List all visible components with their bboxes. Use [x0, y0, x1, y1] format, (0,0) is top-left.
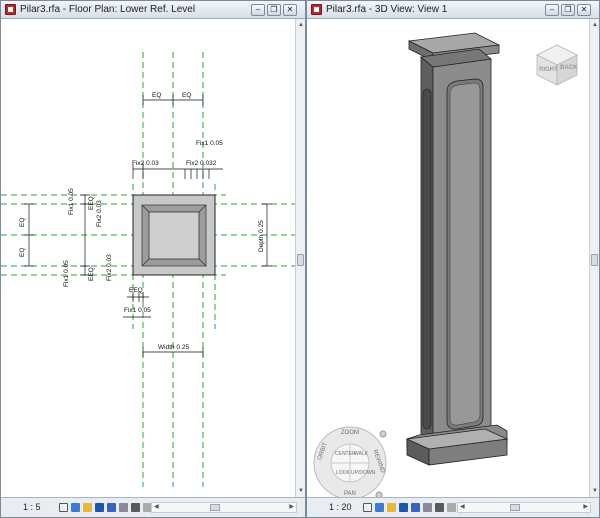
- shadows-icon[interactable]: [399, 503, 408, 512]
- floor-plan-titlebar[interactable]: Pilar3.rfa - Floor Plan: Lower Ref. Leve…: [1, 1, 305, 19]
- view-control-tools: [59, 503, 152, 513]
- floor-plan-window: Pilar3.rfa - Floor Plan: Lower Ref. Leve…: [0, 0, 306, 518]
- scroll-thumb[interactable]: [297, 254, 304, 266]
- dim-eq-top-right[interactable]: EQ: [182, 92, 191, 99]
- column-section: [132, 194, 216, 276]
- 3d-view-window: Pilar3.rfa - 3D View: View 1 – ❐ ✕ RIGHT…: [306, 0, 600, 518]
- crop-view-icon[interactable]: [107, 503, 116, 512]
- dim-fix1-bottom[interactable]: Fix1 0.05: [124, 307, 151, 314]
- dim-eq-left-upper[interactable]: EQ: [19, 218, 26, 227]
- dim-eq-left-lower[interactable]: EQ: [19, 248, 26, 257]
- dim-fix2-left-top[interactable]: Fix2 0.03: [132, 160, 159, 167]
- scroll-right-arrow-icon[interactable]: ▶: [289, 503, 294, 512]
- h-scroll-thumb[interactable]: [210, 504, 220, 511]
- scroll-down-arrow-icon[interactable]: ▼: [591, 487, 599, 495]
- scroll-up-arrow-icon[interactable]: ▲: [591, 21, 599, 29]
- view-cube-right-label[interactable]: RIGHT: [539, 67, 558, 73]
- floor-plan-canvas[interactable]: EQ EQ Fix1 0.05 Fix2 0.03 Fix2 0.032 EQ …: [1, 19, 297, 497]
- dim-fix1-left-lower[interactable]: Fix1 0.05: [63, 260, 70, 287]
- floor-plan-vertical-scrollbar[interactable]: ▲ ▼: [295, 19, 305, 497]
- view-scale[interactable]: 1 : 5: [23, 502, 41, 512]
- revit-family-icon: [311, 4, 322, 15]
- restore-icon: ❐: [564, 5, 572, 14]
- restore-icon: ❐: [270, 5, 278, 14]
- scroll-up-arrow-icon[interactable]: ▲: [297, 21, 305, 29]
- wheel-zoom[interactable]: ZOOM: [341, 430, 359, 436]
- floor-plan-title: Pilar3.rfa - Floor Plan: Lower Ref. Leve…: [20, 4, 196, 15]
- scroll-left-arrow-icon[interactable]: ◀: [154, 503, 159, 512]
- temp-hide-icon[interactable]: [435, 503, 444, 512]
- show-crop-icon[interactable]: [423, 503, 432, 512]
- reveal-hidden-icon[interactable]: [447, 503, 456, 512]
- scroll-thumb[interactable]: [591, 254, 598, 266]
- detail-level-icon[interactable]: [363, 503, 372, 512]
- floor-plan-drawing: [1, 52, 297, 487]
- scroll-left-arrow-icon[interactable]: ◀: [460, 503, 465, 512]
- view-cube-back-label[interactable]: BACK: [560, 65, 577, 71]
- view-scale[interactable]: 1 : 20: [329, 502, 352, 512]
- dim-fix1-left-upper[interactable]: Fix1 0.05: [68, 188, 75, 215]
- sun-path-icon[interactable]: [83, 503, 92, 512]
- minimize-button[interactable]: –: [251, 4, 265, 16]
- scroll-down-arrow-icon[interactable]: ▼: [297, 487, 305, 495]
- dim-e-eq-bottom[interactable]: EEQ: [129, 287, 143, 294]
- 3d-view-vertical-scrollbar[interactable]: ▲ ▼: [589, 19, 599, 497]
- restore-button[interactable]: ❐: [267, 4, 281, 16]
- wheel-walk[interactable]: WALK: [354, 451, 368, 457]
- floor-plan-view-control-bar: 1 : 5 ◀ ▶: [1, 497, 305, 517]
- floor-plan-horizontal-scrollbar[interactable]: ◀ ▶: [151, 502, 297, 513]
- temp-hide-icon[interactable]: [131, 503, 140, 512]
- dim-fix2-left-lower[interactable]: Fix2 0.03: [106, 254, 113, 281]
- wheel-center[interactable]: CENTER: [335, 451, 356, 457]
- revit-family-icon: [5, 4, 16, 15]
- close-icon: ✕: [286, 5, 294, 14]
- visual-style-icon[interactable]: [375, 503, 384, 512]
- minimize-icon: –: [255, 5, 261, 14]
- dim-width[interactable]: Width 0.25: [158, 344, 189, 351]
- dim-eq-top-left[interactable]: EQ: [152, 92, 161, 99]
- 3d-view-titlebar[interactable]: Pilar3.rfa - 3D View: View 1 – ❐ ✕: [307, 1, 599, 19]
- sun-path-icon[interactable]: [387, 503, 396, 512]
- dim-e-eq-lower[interactable]: EEQ: [88, 267, 95, 281]
- visual-style-icon[interactable]: [71, 503, 80, 512]
- dim-depth[interactable]: Depth 0.25: [258, 220, 265, 252]
- shadows-icon[interactable]: [95, 503, 104, 512]
- 3d-view-control-bar: 1 : 20 ◀ ▶: [307, 497, 599, 517]
- 3d-view-canvas[interactable]: RIGHT BACK ZOOM ORBIT PAN REWIND CENTER …: [307, 19, 591, 497]
- close-icon: ✕: [580, 5, 588, 14]
- crop-view-icon[interactable]: [411, 503, 420, 512]
- minimize-icon: –: [549, 5, 555, 14]
- dim-fix2-left-upper[interactable]: Fix2 0.03: [96, 200, 103, 227]
- view-cube[interactable]: RIGHT BACK: [533, 39, 581, 87]
- close-button[interactable]: ✕: [577, 4, 591, 16]
- dim-fix1-top[interactable]: Fix1 0.05: [196, 140, 223, 147]
- restore-button[interactable]: ❐: [561, 4, 575, 16]
- view-cube-icon: [536, 44, 578, 86]
- scroll-right-arrow-icon[interactable]: ▶: [583, 503, 588, 512]
- 3d-view-title: Pilar3.rfa - 3D View: View 1: [326, 4, 448, 15]
- steering-wheel[interactable]: ZOOM ORBIT PAN REWIND CENTER WALK LOOK U…: [312, 425, 388, 497]
- dim-fix2-right-top[interactable]: Fix2 0.032: [186, 160, 216, 167]
- close-button[interactable]: ✕: [283, 4, 297, 16]
- detail-level-icon[interactable]: [59, 503, 68, 512]
- wheel-up-down[interactable]: UP/DOWN: [351, 470, 375, 476]
- h-scroll-thumb[interactable]: [510, 504, 520, 511]
- view-control-tools: [363, 503, 468, 513]
- wheel-look[interactable]: LOOK: [336, 470, 350, 476]
- dim-e-eq-upper[interactable]: EEQ: [88, 196, 95, 210]
- 3d-view-horizontal-scrollbar[interactable]: ◀ ▶: [457, 502, 591, 513]
- show-crop-icon[interactable]: [119, 503, 128, 512]
- minimize-button[interactable]: –: [545, 4, 559, 16]
